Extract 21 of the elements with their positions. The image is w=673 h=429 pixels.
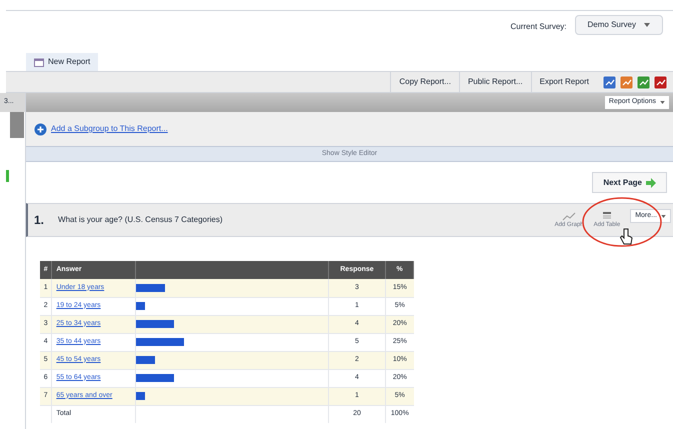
caret-icon (660, 101, 665, 104)
question-number: 1. (34, 212, 44, 229)
status-marker (6, 170, 9, 182)
survey-dropdown[interactable]: Demo Survey (574, 15, 663, 35)
next-page-button[interactable]: Next Page (592, 172, 667, 193)
arrow-right-icon (646, 178, 656, 188)
add-subgroup-link[interactable]: Add a Subgroup to This Report... (51, 123, 168, 135)
calendar-icon (34, 58, 44, 66)
toolbar-button[interactable]: Export Report (530, 72, 597, 92)
add-icon[interactable] (34, 122, 47, 136)
toolbar-button[interactable]: Copy Report... (390, 72, 459, 92)
chart-icon[interactable] (603, 76, 616, 88)
question-text: What is your age? (U.S. Census 7 Categories) (58, 214, 224, 226)
hand-cursor-icon (619, 228, 633, 246)
caret-icon (644, 23, 650, 27)
caret-icon (661, 214, 666, 218)
survey-label: Current Survey: (510, 21, 567, 33)
report-tab[interactable]: New Report (26, 53, 98, 71)
graph-icon (562, 210, 576, 220)
toolbar-button[interactable]: Public Report... (458, 72, 531, 92)
sidebar-handle[interactable] (10, 112, 24, 138)
